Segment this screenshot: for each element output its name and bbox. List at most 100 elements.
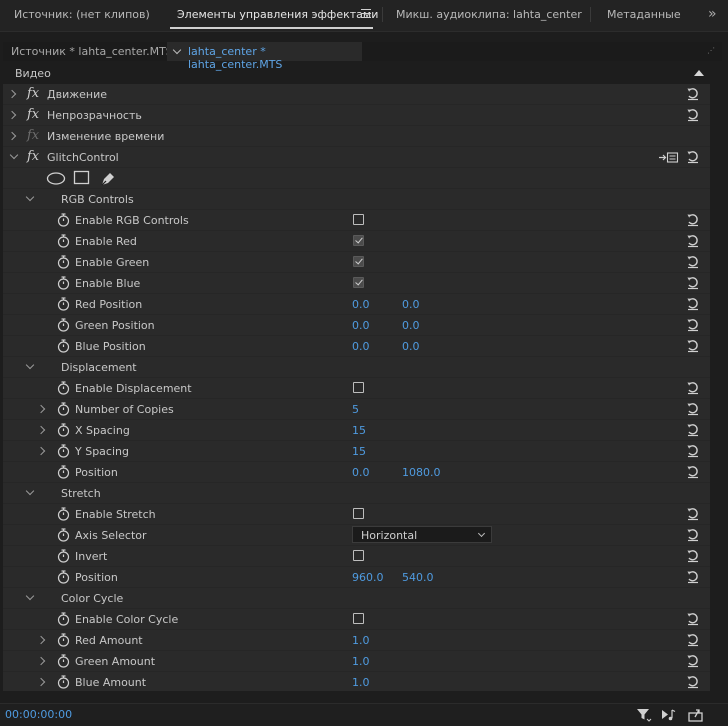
stopwatch-icon[interactable] <box>57 612 70 626</box>
stopwatch-icon[interactable] <box>57 549 70 563</box>
collapse-chevron-icon[interactable] <box>25 360 35 370</box>
rectangle-mask-icon[interactable] <box>73 170 90 186</box>
enable-rgb-checkbox[interactable] <box>353 214 364 225</box>
expand-chevron-icon[interactable] <box>36 656 46 666</box>
reset-icon[interactable] <box>686 108 700 122</box>
scroll-up-icon[interactable] <box>694 70 704 76</box>
expand-chevron-icon[interactable] <box>36 404 46 414</box>
reset-icon[interactable] <box>686 339 700 353</box>
enable-blue-checkbox[interactable] <box>353 277 364 288</box>
scrollbar-track[interactable] <box>710 63 722 691</box>
stopwatch-icon[interactable] <box>57 318 70 332</box>
group-stretch[interactable]: Stretch <box>3 483 710 504</box>
stopwatch-icon[interactable] <box>57 528 70 542</box>
enable-stretch-checkbox[interactable] <box>353 508 364 519</box>
collapse-chevron-icon[interactable] <box>25 192 35 202</box>
stopwatch-icon[interactable] <box>57 423 70 437</box>
collapse-chevron-icon[interactable] <box>25 591 35 601</box>
reset-icon[interactable] <box>686 276 700 290</box>
reset-icon[interactable] <box>686 150 700 164</box>
panel-menu-icon[interactable] <box>361 9 371 18</box>
group-color-cycle[interactable]: Color Cycle <box>3 588 710 609</box>
green-amount-value[interactable]: 1.0 <box>352 655 370 668</box>
reset-icon[interactable] <box>686 423 700 437</box>
fx-icon[interactable]: fx <box>27 149 39 164</box>
reset-icon[interactable] <box>686 318 700 332</box>
tab-source[interactable]: Источник: (нет клипов) <box>14 8 150 21</box>
stretch-position-y[interactable]: 540.0 <box>402 571 434 584</box>
target-clip-selector[interactable]: lahta_center * lahta_center.MTS <box>167 42 362 71</box>
reset-icon[interactable] <box>686 213 700 227</box>
enable-color-cycle-checkbox[interactable] <box>353 613 364 624</box>
red-amount-value[interactable]: 1.0 <box>352 634 370 647</box>
enable-displacement-checkbox[interactable] <box>353 382 364 393</box>
effect-motion[interactable]: fx Движение <box>3 84 710 105</box>
panel-grip-icon[interactable]: ⋰ <box>707 46 715 55</box>
tab-effect-controls[interactable]: Элементы управления эффектами <box>177 8 378 21</box>
green-position-y[interactable]: 0.0 <box>402 319 420 332</box>
reset-icon[interactable] <box>686 381 700 395</box>
expand-chevron-icon[interactable] <box>7 110 17 120</box>
reset-icon[interactable] <box>686 507 700 521</box>
effect-time-remapping[interactable]: fx Изменение времени <box>3 126 710 147</box>
export-icon[interactable] <box>688 707 704 722</box>
displacement-position-y[interactable]: 1080.0 <box>402 466 441 479</box>
stopwatch-icon[interactable] <box>57 654 70 668</box>
stopwatch-icon[interactable] <box>57 507 70 521</box>
group-rgb-controls[interactable]: RGB Controls <box>3 189 710 210</box>
stopwatch-icon[interactable] <box>57 465 70 479</box>
axis-selector-dropdown[interactable]: Horizontal <box>352 526 492 543</box>
reset-icon[interactable] <box>686 297 700 311</box>
expand-chevron-icon[interactable] <box>36 677 46 687</box>
fx-icon[interactable]: fx <box>27 86 39 101</box>
y-spacing-value[interactable]: 15 <box>352 445 366 458</box>
stopwatch-icon[interactable] <box>57 234 70 248</box>
expand-chevron-icon[interactable] <box>36 635 46 645</box>
effect-glitchcontrol[interactable]: fx GlitchControl <box>3 147 710 168</box>
filter-icon[interactable] <box>636 707 652 722</box>
blue-position-x[interactable]: 0.0 <box>352 340 370 353</box>
effect-preset-icon[interactable] <box>659 151 679 164</box>
group-displacement[interactable]: Displacement <box>3 357 710 378</box>
blue-position-y[interactable]: 0.0 <box>402 340 420 353</box>
stopwatch-icon[interactable] <box>57 381 70 395</box>
stopwatch-icon[interactable] <box>57 675 70 689</box>
stopwatch-icon[interactable] <box>57 276 70 290</box>
stopwatch-icon[interactable] <box>57 402 70 416</box>
reset-icon[interactable] <box>686 675 700 689</box>
ellipse-mask-icon[interactable] <box>46 171 66 186</box>
tab-audio-clip-mixer[interactable]: Микш. аудиоклипа: lahta_center <box>396 8 582 21</box>
tab-overflow-icon[interactable]: » <box>708 6 717 22</box>
x-spacing-value[interactable]: 15 <box>352 424 366 437</box>
expand-chevron-icon[interactable] <box>7 131 17 141</box>
reset-icon[interactable] <box>686 255 700 269</box>
blue-amount-value[interactable]: 1.0 <box>352 676 370 689</box>
stopwatch-icon[interactable] <box>57 213 70 227</box>
tab-metadata[interactable]: Метаданные <box>607 8 681 21</box>
collapse-chevron-icon[interactable] <box>9 150 19 160</box>
reset-icon[interactable] <box>686 402 700 416</box>
stopwatch-icon[interactable] <box>57 570 70 584</box>
displacement-position-x[interactable]: 0.0 <box>352 466 370 479</box>
reset-icon[interactable] <box>686 612 700 626</box>
expand-chevron-icon[interactable] <box>36 446 46 456</box>
enable-red-checkbox[interactable] <box>353 235 364 246</box>
reset-icon[interactable] <box>686 654 700 668</box>
fx-icon[interactable]: fx <box>27 128 39 143</box>
reset-icon[interactable] <box>686 444 700 458</box>
red-position-y[interactable]: 0.0 <box>402 298 420 311</box>
fx-icon[interactable]: fx <box>27 107 39 122</box>
reset-icon[interactable] <box>686 465 700 479</box>
reset-icon[interactable] <box>686 87 700 101</box>
timecode[interactable]: 00:00:00:00 <box>5 708 72 721</box>
number-of-copies-value[interactable]: 5 <box>352 403 359 416</box>
reset-icon[interactable] <box>686 234 700 248</box>
source-clip-label[interactable]: Источник * lahta_center.MTS <box>11 45 173 58</box>
reset-icon[interactable] <box>686 633 700 647</box>
reset-icon[interactable] <box>686 528 700 542</box>
collapse-chevron-icon[interactable] <box>25 486 35 496</box>
invert-checkbox[interactable] <box>353 550 364 561</box>
play-audio-icon[interactable] <box>661 707 677 722</box>
green-position-x[interactable]: 0.0 <box>352 319 370 332</box>
stopwatch-icon[interactable] <box>57 255 70 269</box>
